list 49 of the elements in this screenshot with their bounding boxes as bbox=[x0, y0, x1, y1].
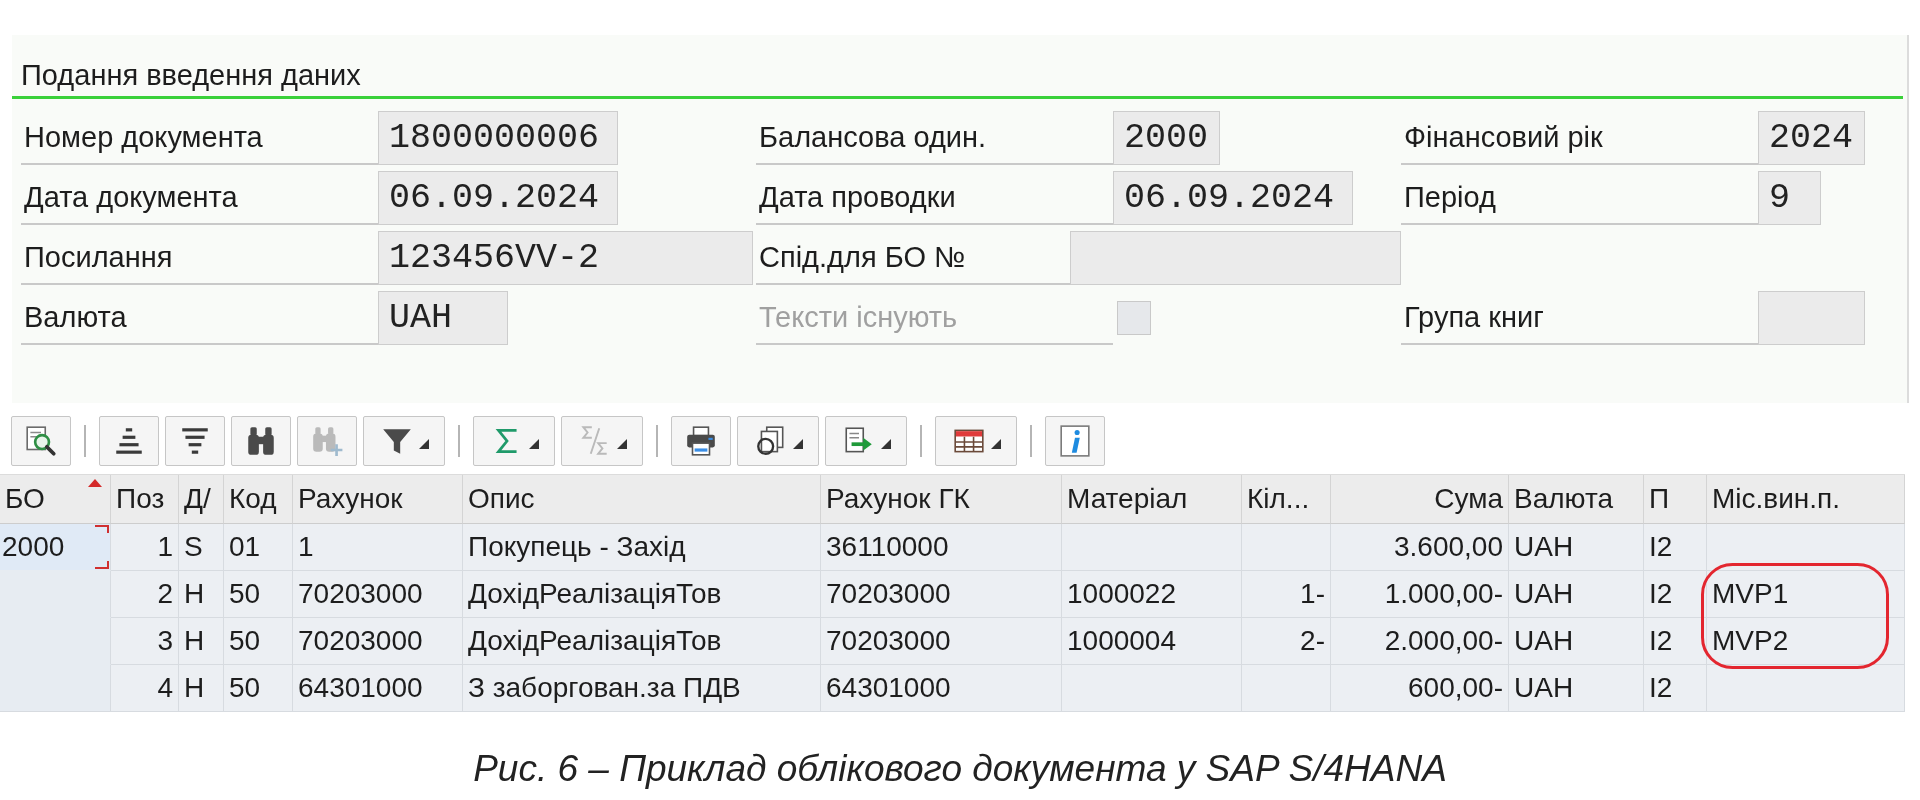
dropdown-caret-icon bbox=[792, 439, 803, 449]
dropdown-caret-icon bbox=[418, 439, 429, 449]
table-cell: H bbox=[179, 665, 224, 712]
dropdown-caret-icon bbox=[616, 439, 627, 449]
magnifier-document-icon bbox=[24, 424, 58, 458]
input-field[interactable]: UAH bbox=[378, 291, 508, 345]
field-label: Тексти існують bbox=[756, 291, 1113, 345]
input-field[interactable]: 06.09.2024 bbox=[378, 171, 618, 225]
sort-caret-icon bbox=[88, 479, 102, 487]
table-row[interactable]: 3 H 50 70203000 ДохідРеалізаціяТов 70203000 1000004 2- 2.000,00- UAH I2 MVP2 bbox=[0, 618, 1905, 665]
table-row[interactable]: 4 H 50 64301000 З заборгован.за ПДВ 64301000 600,00- UAH I2 bbox=[0, 665, 1905, 712]
table-cell: 64301000 bbox=[821, 665, 1062, 712]
search-button[interactable] bbox=[231, 416, 291, 466]
table-cell: 50 bbox=[224, 665, 293, 712]
table-row[interactable]: 2 H 50 70203000 ДохідРеалізаціяТов 70203000 1000022 1- 1.000,00- UAH I2 MVP1 bbox=[0, 571, 1905, 618]
sort-ascending-button[interactable] bbox=[99, 416, 159, 466]
layout-button[interactable] bbox=[935, 416, 1017, 466]
input-field[interactable]: 1800000006 bbox=[378, 111, 618, 165]
table-cell: I2 bbox=[1644, 665, 1707, 712]
info-button[interactable] bbox=[1045, 416, 1105, 466]
input-field[interactable]: 123456VV-2 bbox=[378, 231, 753, 285]
input-field[interactable]: 2000 bbox=[1113, 111, 1220, 165]
print-button[interactable] bbox=[671, 416, 731, 466]
input-field[interactable]: 2024 bbox=[1758, 111, 1865, 165]
printer-icon bbox=[684, 424, 718, 458]
table-cell: 600,00- bbox=[1331, 665, 1509, 712]
sort-descending-button[interactable] bbox=[165, 416, 225, 466]
details-button[interactable] bbox=[11, 416, 71, 466]
figure-caption: Рис. 6 – Приклад облікового документа у SAP S/4HANA bbox=[473, 747, 1447, 791]
total-button[interactable] bbox=[473, 416, 555, 466]
input-field[interactable]: 06.09.2024 bbox=[1113, 171, 1353, 225]
section-title: Подання введення даних bbox=[20, 58, 361, 93]
dropdown-caret-icon bbox=[880, 439, 891, 449]
table-cell: 4 bbox=[111, 665, 179, 712]
table-cell: З заборгован.за ПДВ bbox=[463, 665, 821, 712]
views-button[interactable] bbox=[737, 416, 819, 466]
filter-button[interactable] bbox=[363, 416, 445, 466]
info-icon bbox=[1058, 424, 1092, 458]
input-field[interactable] bbox=[1070, 231, 1401, 285]
dropdown-caret-icon bbox=[528, 439, 539, 449]
export-button[interactable] bbox=[825, 416, 907, 466]
input-field[interactable] bbox=[1758, 291, 1865, 345]
table-cell: 2000 bbox=[0, 524, 111, 571]
table-row[interactable]: 2000 1 S 01 1 Покупець - Захід 36110000 3.600,00 UAH I2 bbox=[0, 524, 1905, 571]
input-field[interactable]: 9 bbox=[1758, 171, 1821, 225]
binoculars-plus-icon bbox=[310, 424, 344, 458]
table-cell: 64301000 bbox=[293, 665, 463, 712]
table-cell: UAH bbox=[1509, 665, 1644, 712]
dropdown-caret-icon bbox=[990, 439, 1001, 449]
